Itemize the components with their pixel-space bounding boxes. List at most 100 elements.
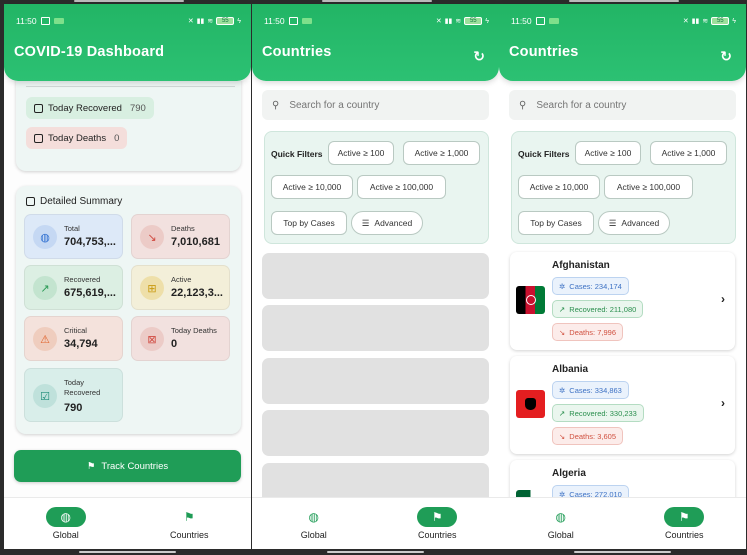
country-card[interactable]: Albania ✲ Cases: 334,863 ↗ Recovered: 330,…	[510, 356, 735, 454]
nav-global[interactable]: ◍ Global	[499, 498, 623, 549]
filter-active-100000[interactable]: Active ≥ 100,000	[604, 175, 693, 199]
quick-filters-panel: Quick Filters Active ≥ 100 Active ≥ 1,00…	[264, 131, 489, 244]
app-bar: 11:50 ✕ ▮▮ ≋ 55 ϟ Countries ↻	[252, 4, 499, 81]
battery-icon: 55	[711, 17, 730, 25]
wifi-icon: ≋	[455, 18, 462, 25]
page-title: COVID-19 Dashboard	[14, 44, 165, 60]
today-deaths-label: Today Deaths	[48, 132, 107, 144]
quick-filters-label: Quick Filters	[271, 149, 323, 159]
wifi-icon: ≋	[207, 18, 214, 25]
charging-icon: ϟ	[732, 17, 736, 25]
nav-countries-label: Countries	[169, 530, 209, 540]
bottom-nav: ◍ Global ⚑ Countries	[4, 497, 251, 549]
cases-badge: ✲ Cases: 234,174	[552, 277, 629, 295]
cases-badge: ✲ Cases: 334,863	[552, 381, 629, 399]
tile-total: ◍ Total 704,753,...	[24, 214, 123, 259]
nav-countries-label: Countries	[417, 530, 457, 540]
loading-skeleton	[262, 410, 489, 456]
charging-icon: ϟ	[485, 17, 489, 25]
filter-top-by-cases[interactable]: Top by Cases	[271, 211, 347, 235]
countries-list-screen: 11:50 ✕▮▮≋55ϟ Countries ↻ ⚲ Quick Filter…	[499, 0, 746, 555]
flag-icon: ⚑	[86, 460, 96, 472]
loading-skeleton	[262, 358, 489, 404]
country-name: Afghanistan	[552, 260, 610, 271]
advanced-filter-button[interactable]: ☰ Advanced	[598, 211, 670, 235]
globe-icon: ◍	[33, 225, 57, 249]
recovered-text: Recovered: 330,233	[569, 408, 637, 418]
virus-icon: ✲	[559, 385, 566, 395]
tile-value: 7,010,681	[171, 236, 220, 248]
advanced-label: Advanced	[374, 218, 413, 228]
nav-countries-label: Countries	[664, 530, 704, 540]
status-time: 11:50	[511, 16, 532, 26]
filter-top-by-cases[interactable]: Top by Cases	[518, 211, 594, 235]
filter-active-1000[interactable]: Active ≥ 1,000	[650, 141, 727, 165]
nav-global[interactable]: ◍ Global	[4, 498, 128, 549]
filter-active-100000[interactable]: Active ≥ 100,000	[357, 175, 446, 199]
country-name: Algeria	[552, 468, 586, 479]
today-recovered-chip: Today Recovered 790	[26, 97, 154, 119]
filter-active-10000[interactable]: Active ≥ 10,000	[518, 175, 600, 199]
today-deaths-value: 0	[114, 132, 120, 144]
deaths-badge: ↘ Deaths: 3,605	[552, 427, 623, 445]
dashboard-scroll[interactable]: Today Recovered 790 Today Deaths 0 Detai…	[4, 81, 251, 497]
tile-active: ⊞ Active 22,123,3...	[131, 265, 230, 310]
summary-header: Detailed Summary	[26, 196, 122, 207]
nav-global[interactable]: ◍ Global	[252, 498, 376, 549]
recovered-text: Recovered: 211,080	[569, 304, 637, 314]
signal-icon: ▮▮	[691, 18, 700, 25]
summary-icon	[26, 197, 35, 206]
tile-value: 0	[171, 338, 178, 350]
advanced-filter-button[interactable]: ☰ Advanced	[351, 211, 423, 235]
track-countries-button[interactable]: ⚑ Track Countries	[14, 450, 241, 482]
search-icon: ⚲	[519, 99, 527, 111]
today-recovered-label: Today Recovered	[48, 102, 122, 114]
nav-countries[interactable]: ⚑ Countries	[623, 498, 747, 549]
chevron-right-icon: ›	[721, 396, 725, 410]
country-card[interactable]: Afghanistan ✲ Cases: 234,174 ↗ Recovered: …	[510, 252, 735, 350]
status-bar: 11:50 ✕ ▮▮ ≋ 55 ϟ	[16, 14, 241, 28]
search-input[interactable]	[536, 99, 707, 111]
calendar-check-icon: ☑	[33, 384, 57, 408]
loading-skeleton	[262, 305, 489, 351]
track-countries-label: Track Countries	[101, 460, 169, 472]
app-bar: 11:50 ✕ ▮▮ ≋ 55 ϟ Countries ↻	[499, 4, 746, 81]
nav-global-label: Global	[300, 530, 327, 540]
tune-icon: ☰	[361, 217, 370, 228]
mute-icon: ✕	[682, 18, 689, 25]
summary-title: Detailed Summary	[40, 196, 123, 207]
app-bar: 11:50 ✕ ▮▮ ≋ 55 ϟ COVID-19 Dashboard	[4, 4, 251, 81]
flag-albania	[516, 390, 545, 418]
recovered-badge: ↗ Recovered: 211,080	[552, 300, 644, 318]
dashboard-screen: Today Recovered 790 Today Deaths 0 Detai…	[4, 0, 251, 555]
detailed-summary-card: Detailed Summary ◍ Total 704,753,... ↘ D…	[16, 186, 241, 434]
tile-value: 704,753,...	[64, 236, 116, 248]
globe-icon: ◍	[308, 510, 319, 524]
status-bar: 11:50 ✕ ▮▮ ≋ 55 ϟ	[511, 14, 736, 28]
chevron-right-icon: ›	[721, 292, 725, 306]
tile-label: Recovered	[64, 275, 101, 284]
filter-active-100[interactable]: Active ≥ 100	[328, 141, 394, 165]
notification-icon	[301, 18, 312, 24]
trending-up-icon: ↗	[33, 276, 57, 300]
page-title: Countries	[509, 44, 579, 60]
search-input[interactable]	[289, 99, 460, 111]
refresh-icon[interactable]: ↻	[720, 48, 732, 65]
tile-value: 34,794	[64, 338, 98, 350]
nav-countries[interactable]: ⚑ Countries	[376, 498, 500, 549]
search-bar: ⚲	[509, 90, 736, 120]
battery-icon: 55	[464, 17, 483, 25]
filter-active-1000[interactable]: Active ≥ 1,000	[403, 141, 480, 165]
divider	[26, 86, 235, 87]
tile-label: Deaths	[171, 224, 195, 233]
notification-icon	[548, 18, 559, 24]
notification-icon	[53, 18, 64, 24]
trending-up-icon: ↗	[559, 304, 566, 314]
tile-value: 22,123,3...	[171, 287, 223, 299]
tile-label: Today Recovered	[64, 378, 101, 397]
filter-active-10000[interactable]: Active ≥ 10,000	[271, 175, 353, 199]
nav-countries[interactable]: ⚑ Countries	[128, 498, 252, 549]
filter-active-100[interactable]: Active ≥ 100	[575, 141, 641, 165]
calendar-icon	[34, 103, 43, 113]
refresh-icon[interactable]: ↻	[473, 48, 485, 65]
